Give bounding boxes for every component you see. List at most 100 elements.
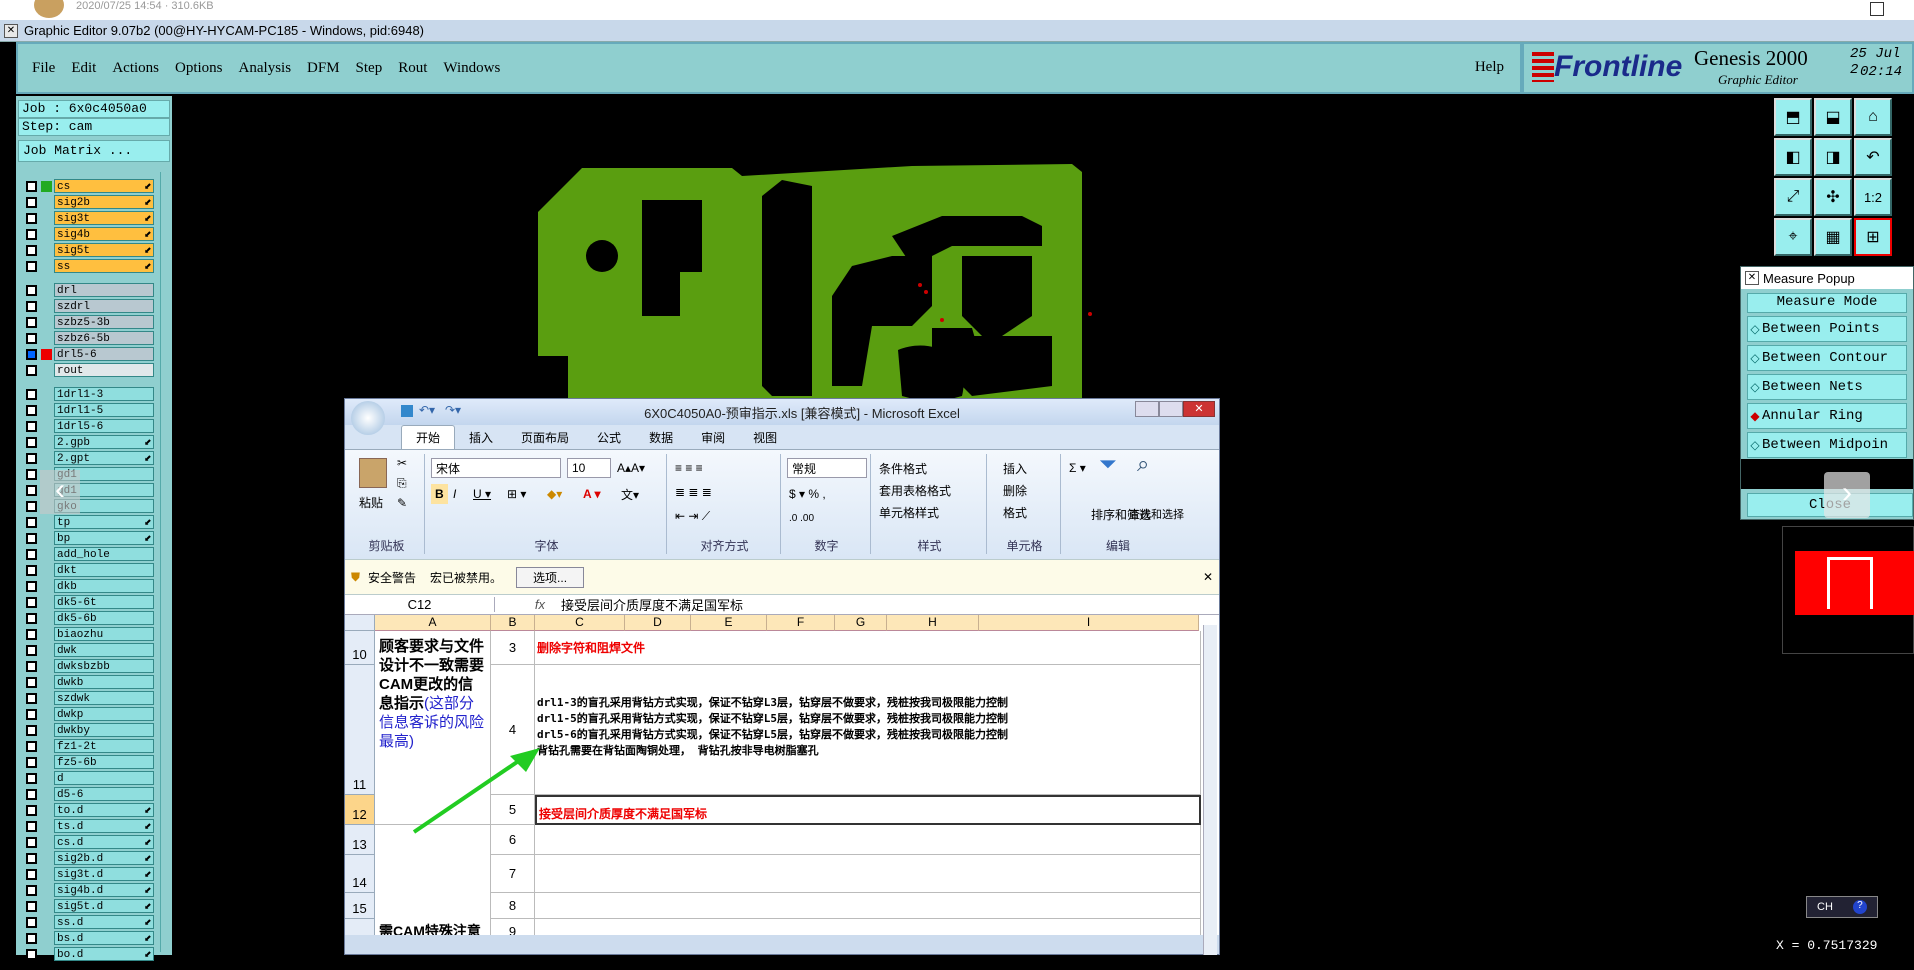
- insert-button[interactable]: 插入: [1003, 458, 1027, 478]
- layer-row[interactable]: dk5-6t: [22, 594, 154, 610]
- layer-name[interactable]: szdrl: [54, 299, 154, 313]
- cell-c[interactable]: [535, 855, 1201, 893]
- home-icon[interactable]: ⌂: [1854, 98, 1892, 136]
- layer-row[interactable]: ts.d ⬋: [22, 818, 154, 834]
- name-box[interactable]: C12: [345, 597, 495, 612]
- layer-row[interactable]: d: [22, 770, 154, 786]
- layer-color-swatch[interactable]: [41, 645, 52, 656]
- layer-row[interactable]: dwkp: [22, 706, 154, 722]
- bold-icon[interactable]: B: [431, 484, 448, 504]
- right-icon[interactable]: ◨: [1814, 138, 1852, 176]
- layer-name[interactable]: rout: [54, 363, 154, 377]
- layer-name[interactable]: drl5-6: [54, 347, 154, 361]
- layer-checkbox[interactable]: [26, 364, 37, 376]
- layer-checkbox[interactable]: [26, 548, 37, 560]
- find-icon[interactable]: ⌕: [1137, 451, 1149, 476]
- cell-a-category-2[interactable]: 需CAM特殊注意或者补充说: [375, 825, 491, 935]
- undo-icon[interactable]: ↶: [1854, 138, 1892, 176]
- layer-checkbox[interactable]: [26, 804, 37, 816]
- layer-checkbox[interactable]: [26, 436, 37, 448]
- left-icon[interactable]: ◧: [1774, 138, 1812, 176]
- layer-name[interactable]: fz1-2t: [54, 739, 154, 753]
- layer-row[interactable]: sig5t ⬋: [22, 242, 154, 258]
- layer-name[interactable]: ts.d: [54, 819, 154, 833]
- layer-checkbox[interactable]: [26, 900, 37, 912]
- layer-color-swatch[interactable]: [41, 821, 52, 832]
- layer-name[interactable]: cs: [54, 179, 154, 193]
- column-header[interactable]: C: [535, 615, 625, 631]
- format-button[interactable]: 格式: [1003, 502, 1027, 522]
- layer-checkbox[interactable]: [26, 740, 37, 752]
- menu-windows[interactable]: Windows: [443, 60, 500, 77]
- layer-checkbox[interactable]: [26, 676, 37, 688]
- layer-row[interactable]: szbz5-3b: [22, 314, 154, 330]
- mode-between-midpoints[interactable]: ◇ Between Midpoin: [1747, 432, 1907, 458]
- layer-color-swatch[interactable]: [41, 597, 52, 608]
- layer-color-swatch[interactable]: [41, 949, 52, 960]
- column-header[interactable]: B: [491, 615, 535, 631]
- format-painter-icon[interactable]: ✎: [397, 496, 407, 510]
- layer-row[interactable]: szdrl: [22, 298, 154, 314]
- close-bar-icon[interactable]: ✕: [1203, 570, 1213, 584]
- layer-color-swatch[interactable]: [41, 533, 52, 544]
- layer-checkbox[interactable]: [26, 596, 37, 608]
- number-format-select[interactable]: 常规: [787, 458, 867, 478]
- layer-row[interactable]: sig5t.d ⬋: [22, 898, 154, 914]
- layer-checkbox[interactable]: [26, 708, 37, 720]
- mode-between-points[interactable]: ◇ Between Points: [1747, 316, 1907, 342]
- layer-row[interactable]: drl: [22, 282, 154, 298]
- layer-checkbox[interactable]: [26, 244, 37, 256]
- cell-c[interactable]: 删除字符和阻焊文件: [535, 631, 1201, 665]
- layer-color-swatch[interactable]: [41, 581, 52, 592]
- menu-file[interactable]: File: [32, 60, 55, 77]
- layer-name[interactable]: sig5t: [54, 243, 154, 257]
- decimal-icon[interactable]: .0 .00: [789, 508, 814, 528]
- row-header[interactable]: 11: [345, 665, 375, 795]
- layer-color-swatch[interactable]: [41, 197, 52, 208]
- cell-style-button[interactable]: 单元格样式: [879, 502, 939, 522]
- layer-name[interactable]: dwkb: [54, 675, 154, 689]
- layer-color-swatch[interactable]: [41, 549, 52, 560]
- layer-color-swatch[interactable]: [41, 933, 52, 944]
- layer-name[interactable]: bs.d: [54, 931, 154, 945]
- layer-row[interactable]: cs ⬋: [22, 178, 154, 194]
- menu-edit[interactable]: Edit: [71, 60, 96, 77]
- mode-between-nets[interactable]: ◇ Between Nets: [1747, 374, 1907, 400]
- currency-icon[interactable]: $ ▾ % ,: [789, 484, 826, 504]
- tab-view[interactable]: 视图: [739, 426, 791, 449]
- ratio-button[interactable]: 1:2: [1854, 178, 1892, 216]
- layer-row[interactable]: d5-6: [22, 786, 154, 802]
- copy-icon[interactable]: ⎘: [397, 476, 407, 491]
- up-icon[interactable]: ⬒: [1774, 98, 1812, 136]
- layer-color-swatch[interactable]: [41, 837, 52, 848]
- options-button[interactable]: 选项...: [516, 566, 585, 588]
- layer-checkbox[interactable]: [26, 388, 37, 400]
- layer-checkbox[interactable]: [26, 180, 37, 192]
- layer-row[interactable]: cs.d ⬋: [22, 834, 154, 850]
- layer-name[interactable]: dkt: [54, 563, 154, 577]
- layer-row[interactable]: dwksbzbb: [22, 658, 154, 674]
- layer-row[interactable]: sig2b.d ⬋: [22, 850, 154, 866]
- delete-button[interactable]: 删除: [1003, 480, 1027, 500]
- layer-checkbox[interactable]: [26, 420, 37, 432]
- layer-checkbox[interactable]: [26, 404, 37, 416]
- layer-checkbox[interactable]: [26, 644, 37, 656]
- layer-checkbox[interactable]: [26, 628, 37, 640]
- layer-checkbox[interactable]: [26, 316, 37, 328]
- layer-row[interactable]: fz5-6b: [22, 754, 154, 770]
- layer-name[interactable]: 1drl1-5: [54, 403, 154, 417]
- mode-between-contour[interactable]: ◇ Between Contour: [1747, 345, 1907, 371]
- layer-row[interactable]: sig3t ⬋: [22, 210, 154, 226]
- layer-row[interactable]: biaozhu: [22, 626, 154, 642]
- layer-row[interactable]: bp ⬋: [22, 530, 154, 546]
- help-icon[interactable]: ?: [1852, 900, 1867, 914]
- menu-help[interactable]: Help: [1475, 59, 1504, 76]
- layer-checkbox[interactable]: [26, 212, 37, 224]
- layer-row[interactable]: sig4b ⬋: [22, 226, 154, 242]
- layer-row[interactable]: fz1-2t: [22, 738, 154, 754]
- layer-checkbox[interactable]: [26, 452, 37, 464]
- layer-row[interactable]: bs.d ⬋: [22, 930, 154, 946]
- layer-color-swatch[interactable]: [41, 661, 52, 672]
- phonetic-icon[interactable]: 文▾: [621, 484, 639, 504]
- vertical-scrollbar[interactable]: [1203, 625, 1217, 955]
